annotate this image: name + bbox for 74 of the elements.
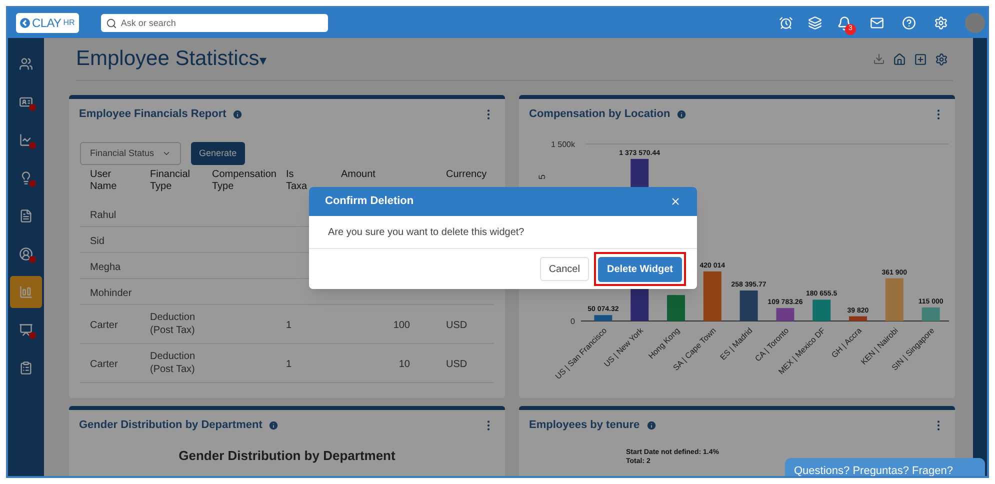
column-header: Is Taxa [286,169,306,193]
document-icon [19,209,33,223]
bar [740,290,758,321]
card-title: Employee Financials Report [79,106,226,122]
search-icon [106,18,117,29]
bar [849,316,867,321]
chat-tab[interactable]: Questions? Preguntas? Fragen? [785,458,985,476]
table-cell: USD [446,359,468,370]
axis-tick-label: 1 500k [550,140,575,149]
status-dropdown[interactable]: Financial Status [80,142,182,165]
axis-tick-label: 0 [570,317,575,326]
info-icon[interactable] [676,108,688,120]
user-circle-icon [19,247,33,261]
layers-icon[interactable] [808,16,822,30]
close-icon[interactable] [670,196,681,207]
column-header: Currency [446,169,488,181]
bar [885,278,904,321]
chevron-icon [162,149,172,158]
generate-button[interactable]: Generate [191,142,245,165]
add-icon[interactable] [914,52,927,66]
info-icon[interactable] [268,420,280,430]
table-cell: 10 [398,359,410,370]
dialog-message: Are you sure you want to delete this widget? [328,226,524,240]
card-title: Compensation by Location [529,106,670,122]
bar [667,295,685,321]
table-cell: Carter [90,320,118,331]
cancel-button[interactable]: Cancel [540,257,589,281]
download-icon[interactable] [873,53,885,65]
table-cell: Rahul [90,210,116,220]
page-title[interactable]: Employee Statistics▾ [76,43,266,75]
users-icon [19,57,33,71]
bar [812,300,831,321]
axis-title: 5 [537,174,547,180]
house-icon[interactable] [893,52,906,66]
column-header: Amount [341,169,376,181]
table-cell: Sid [90,236,104,246]
table-cell-text: Deduction (Post Tax) [150,311,196,337]
id-card-icon [19,95,33,109]
clipboard-icon [19,361,33,375]
mail-icon[interactable] [870,16,884,30]
info-icon[interactable] [646,420,657,430]
bar [922,307,940,321]
table-cell: Mohinder [90,288,132,298]
settings-icon[interactable] [935,52,948,66]
card-title: Employees by tenure [529,418,640,433]
chart-icon [19,133,33,147]
column-header: Financial Type [150,169,192,193]
column-header: User Name [90,169,118,193]
table-cell: Carter [90,359,118,370]
clock-icon[interactable] [779,16,793,30]
lightbulb-icon [19,171,33,185]
help-icon[interactable] [902,16,916,30]
card-title: Gender Distribution by Department [79,418,262,433]
info-icon[interactable] [232,108,244,120]
chart-title: Gender Distribution by Department [178,447,396,465]
logo-text: CLAY [32,15,62,32]
logo-suffix: HR [63,17,75,29]
bar [776,308,794,321]
dialog-title: Confirm Deletion [325,194,414,210]
table-cell: USD [446,320,468,331]
bar [594,315,612,321]
table-cell: 1 [286,320,292,331]
bar [703,271,722,321]
logo-mark-icon [20,18,30,28]
table-cell-text: Deduction (Post Tax) [150,350,196,376]
presentation-icon [19,323,33,337]
search-field[interactable]: Ask or search [100,14,328,32]
delete-widget-button[interactable]: Delete Widget [598,257,682,282]
column-header: Compensation Type [212,169,278,193]
bell-icon[interactable] [837,16,852,30]
table-cell: Megha [90,262,121,272]
bar-chart-icon [19,285,33,299]
table-cell: 100 [393,320,410,331]
table-cell: 1 [286,359,292,370]
